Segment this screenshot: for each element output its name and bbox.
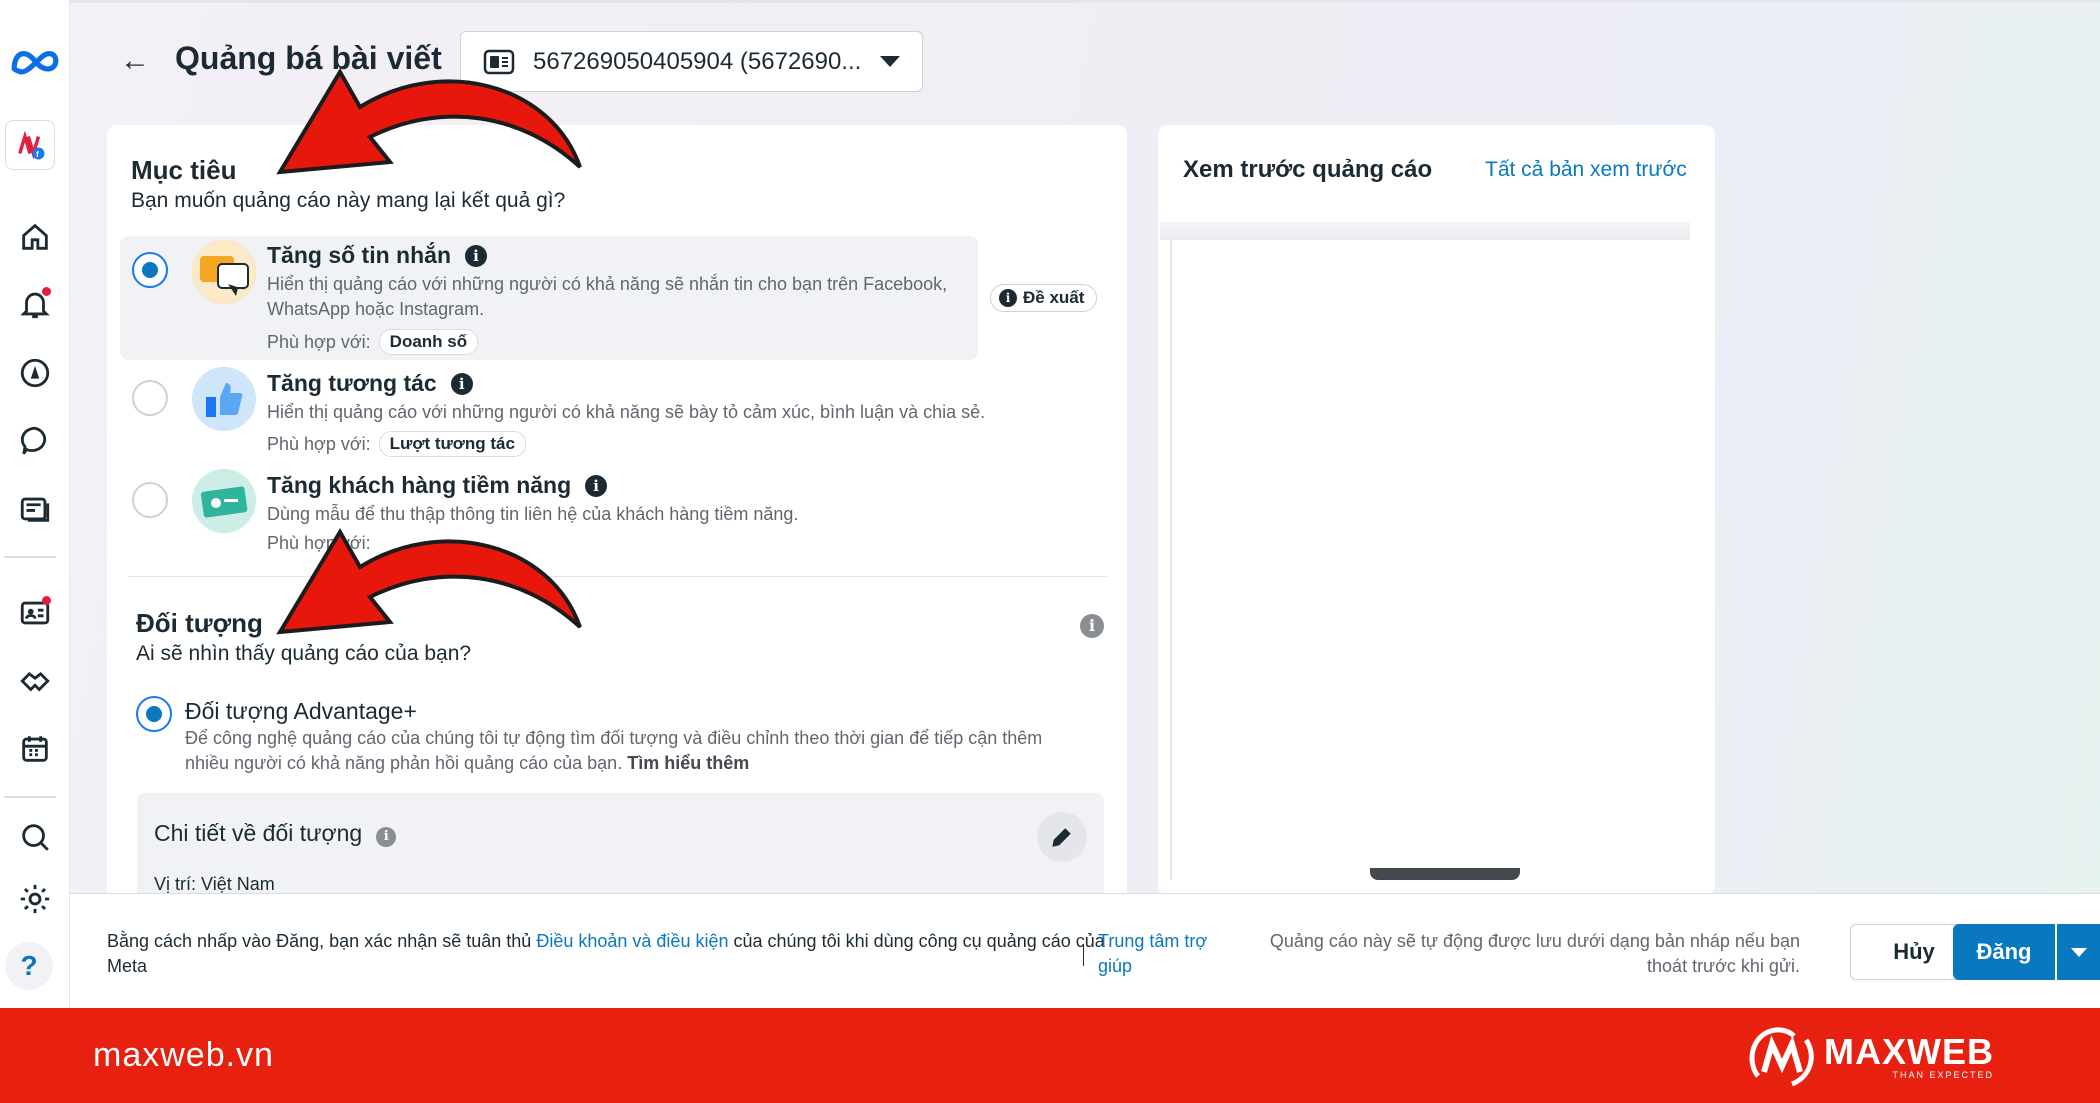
- gear-icon[interactable]: [8, 872, 62, 926]
- audience-radio-advantage[interactable]: [136, 696, 172, 732]
- home-icon[interactable]: [8, 210, 62, 264]
- edit-audience-button[interactable]: [1037, 812, 1087, 862]
- info-icon[interactable]: i: [450, 373, 473, 395]
- chevron-down-icon: [880, 56, 900, 67]
- objective-option-title: Tăng khách hàng tiềm năng i: [267, 472, 608, 499]
- footer-bar: Bằng cách nhấp vào Đăng, bạn xác nhận sẽ…: [70, 893, 2100, 1008]
- like-illustration-icon: [192, 367, 256, 431]
- objective-radio-engagement[interactable]: [132, 380, 168, 416]
- preview-frame: [1170, 240, 1690, 880]
- brand-banner: maxweb.vn MAXWEB THAN EXPECTED: [0, 1008, 2100, 1103]
- calendar-icon[interactable]: [8, 722, 62, 776]
- fit-chip: Lượt tương tác: [378, 431, 526, 457]
- business-profile-icon[interactable]: f: [5, 120, 55, 170]
- terms-link[interactable]: Điều khoản và điều kiện: [536, 931, 728, 951]
- brand-logo: MAXWEB THAN EXPECTED: [1748, 1026, 1994, 1088]
- recommended-badge: i Đề xuất: [990, 284, 1098, 312]
- learn-more-link[interactable]: Tìm hiểu thêm: [627, 753, 749, 773]
- pencil-icon: [1052, 828, 1071, 847]
- info-icon: i: [999, 289, 1017, 307]
- search-icon[interactable]: [8, 810, 62, 864]
- handshake-icon[interactable]: [8, 654, 62, 708]
- inbox-icon[interactable]: [8, 414, 62, 468]
- svg-text:f: f: [36, 149, 39, 159]
- sidebar: f: [0, 0, 70, 1008]
- draft-note: Quảng cáo này sẽ tự động được lưu dưới d…: [1269, 931, 1800, 976]
- brand-name: MAXWEB: [1824, 1031, 1994, 1072]
- annotation-arrow: [276, 68, 582, 175]
- ads-icon[interactable]: [8, 346, 62, 400]
- brand-url: maxweb.vn: [93, 1036, 274, 1074]
- sidebar-divider: [4, 556, 56, 558]
- back-arrow-icon[interactable]: ←: [118, 44, 152, 78]
- notification-dot: [42, 287, 51, 296]
- fit-chip: Doanh số: [378, 329, 479, 355]
- objective-radio-messages[interactable]: [132, 252, 168, 288]
- post-button[interactable]: Đăng: [1953, 924, 2055, 980]
- objective-option-desc: Hiển thị quảng cáo với những người có kh…: [267, 402, 986, 422]
- maxweb-logo-icon: [1749, 1027, 1814, 1087]
- messages-illustration-icon: [192, 240, 256, 304]
- content-icon[interactable]: [8, 482, 62, 536]
- fit-row: Phù hợp với: Doanh số: [267, 329, 479, 355]
- audience-title: Đối tượng: [136, 608, 263, 638]
- info-icon[interactable]: i: [1080, 614, 1104, 638]
- all-previews-link[interactable]: Tất cả bản xem trước: [1485, 158, 1687, 182]
- top-border: [0, 0, 2100, 3]
- audience-option-desc: Để công nghệ quảng cáo của chúng tôi tự …: [185, 728, 1043, 773]
- objective-option-title: Tăng tương tác i: [267, 370, 473, 397]
- preview-device-notch: [1370, 868, 1520, 880]
- contacts-icon[interactable]: [8, 586, 62, 640]
- objective-subtitle: Bạn muốn quảng cáo này mang lại kết quả …: [131, 189, 566, 212]
- meta-logo-icon[interactable]: [8, 34, 62, 88]
- sidebar-divider: [4, 796, 56, 798]
- footer-separator: [1083, 944, 1084, 966]
- annotation-arrow: [276, 528, 582, 635]
- notification-dot: [42, 596, 51, 605]
- help-center-link[interactable]: Trung tâm trợ giúp: [1098, 929, 1228, 979]
- objective-radio-leads[interactable]: [132, 482, 168, 518]
- notifications-icon[interactable]: [8, 277, 62, 331]
- audience-subtitle: Ai sẽ nhìn thấy quảng cáo của bạn?: [136, 642, 472, 665]
- info-icon[interactable]: i: [465, 245, 487, 267]
- terms-text: Bằng cách nhấp vào Đăng, bạn xác nhận sẽ…: [107, 931, 1105, 976]
- fit-row: Phù hợp với: Lượt tương tác: [267, 431, 526, 457]
- preview-title: Xem trước quảng cáo: [1183, 156, 1433, 183]
- help-button[interactable]: ?: [5, 942, 53, 990]
- post-options-button[interactable]: [2057, 924, 2100, 980]
- objective-title: Mục tiêu: [131, 155, 237, 185]
- audience-details-title: Chi tiết về đối tượng i: [154, 820, 397, 847]
- leads-illustration-icon: [192, 469, 256, 533]
- chevron-down-icon: [2070, 947, 2087, 957]
- objective-option-desc: Hiển thị quảng cáo với những người có kh…: [267, 274, 948, 319]
- audience-option-title: Đối tượng Advantage+: [185, 698, 417, 724]
- brand-text: MAXWEB THAN EXPECTED: [1816, 1031, 1994, 1081]
- preview-header-band: [1160, 222, 1690, 240]
- info-icon[interactable]: i: [376, 827, 397, 847]
- objective-option-title: Tăng số tin nhắn i: [267, 242, 487, 269]
- info-icon[interactable]: i: [585, 475, 608, 497]
